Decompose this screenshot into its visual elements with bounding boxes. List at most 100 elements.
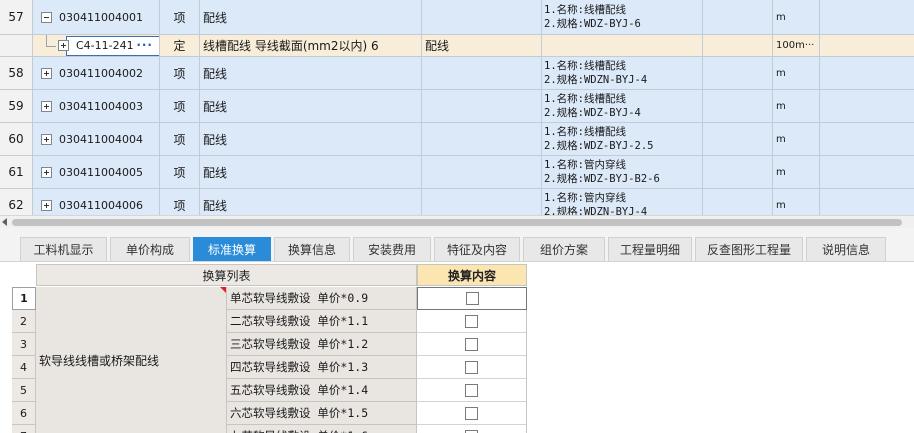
item-description[interactable]: 1.名称:线槽配线 2.规格:WDZ-BYJ-6: [542, 0, 703, 34]
bill-item-row[interactable]: 58 030411004002 项配线 1.名称:线槽配线 2.规格:WDZN-BYJ-…: [0, 57, 914, 90]
checkbox[interactable]: [465, 314, 478, 328]
item-unit[interactable]: m: [773, 123, 820, 155]
conversion-item-label: 七芯软导线敷设 单价*1.6: [227, 425, 417, 433]
item-code-cell[interactable]: 030411004005: [33, 156, 160, 188]
item-name[interactable]: 配线: [200, 0, 422, 34]
empty-cell[interactable]: [820, 123, 914, 155]
conversion-checkbox-cell[interactable]: [417, 425, 527, 433]
checkbox[interactable]: [465, 406, 478, 420]
header-conversion-list: 换算列表: [36, 264, 417, 286]
tab-7[interactable]: 工程量明细: [608, 237, 692, 261]
bill-item-row[interactable]: 60 030411004004 项配线 1.名称:线槽配线 2.规格:WDZ-BYJ-2…: [0, 123, 914, 156]
expand-icon[interactable]: [41, 133, 52, 145]
scroll-left-icon[interactable]: [2, 218, 7, 226]
expand-icon[interactable]: [58, 40, 69, 51]
expand-icon[interactable]: [41, 67, 52, 79]
tab-6[interactable]: 组价方案: [523, 237, 605, 261]
empty-cell[interactable]: [703, 35, 773, 56]
expand-icon[interactable]: [41, 166, 52, 178]
quota-grid: 57 030411004001 项配线 1.名称:线槽配线 2.规格:WDZ-BYJ-6…: [0, 0, 914, 215]
tab-1[interactable]: 单价构成: [110, 237, 190, 261]
item-feature[interactable]: [422, 123, 542, 155]
more-options-button[interactable]: ···: [136, 38, 153, 52]
item-unit[interactable]: m: [773, 189, 820, 215]
item-description[interactable]: 1.名称:管内穿线 2.规格:WDZ-BYJ-B2-6: [542, 156, 703, 188]
item-feature[interactable]: 配线: [422, 35, 542, 56]
row-number: 60: [0, 123, 33, 155]
tab-3[interactable]: 换算信息: [274, 237, 350, 261]
quota-sub-row[interactable]: C4-11-241 ··· 定线槽配线 导线截面(mm2以内) 6 配线 100m···: [0, 35, 914, 57]
item-feature[interactable]: [422, 156, 542, 188]
item-description[interactable]: 1.名称:线槽配线 2.规格:WDZ-BYJ-4: [542, 90, 703, 122]
item-code-cell[interactable]: C4-11-241 ···: [33, 35, 160, 56]
item-feature[interactable]: [422, 57, 542, 89]
item-unit[interactable]: m: [773, 0, 820, 34]
item-feature[interactable]: [422, 189, 542, 215]
empty-cell[interactable]: [703, 0, 773, 34]
collapse-icon[interactable]: [41, 11, 52, 23]
item-name[interactable]: 线槽配线 导线截面(mm2以内) 6: [200, 35, 422, 56]
item-code-text: 030411004002: [59, 66, 143, 80]
empty-cell[interactable]: [820, 90, 914, 122]
conversion-checkbox-cell[interactable]: [417, 310, 527, 333]
item-unit[interactable]: m: [773, 156, 820, 188]
item-name[interactable]: 配线: [200, 156, 422, 188]
tab-4[interactable]: 安装费用: [353, 237, 431, 261]
empty-cell[interactable]: [703, 156, 773, 188]
item-name[interactable]: 配线: [200, 57, 422, 89]
empty-cell[interactable]: [703, 90, 773, 122]
horizontal-scrollbar[interactable]: [0, 215, 914, 228]
conversion-checkbox-cell[interactable]: [417, 379, 527, 402]
item-feature[interactable]: [422, 90, 542, 122]
item-code-cell[interactable]: 030411004004: [33, 123, 160, 155]
item-code-cell[interactable]: 030411004003: [33, 90, 160, 122]
item-code-cell[interactable]: 030411004001: [33, 0, 160, 34]
item-description[interactable]: 1.名称:线槽配线 2.规格:WDZ-BYJ-2.5: [542, 123, 703, 155]
item-unit[interactable]: m: [773, 90, 820, 122]
empty-cell[interactable]: [703, 123, 773, 155]
scrollbar-thumb[interactable]: [12, 219, 902, 226]
item-code-cell[interactable]: 030411004006: [33, 189, 160, 215]
item-code-text: 030411004003: [59, 99, 143, 113]
item-unit[interactable]: m: [773, 57, 820, 89]
empty-cell[interactable]: [820, 0, 914, 34]
tab-8[interactable]: 反查图形工程量: [695, 237, 803, 261]
checkbox[interactable]: [465, 429, 478, 433]
empty-cell[interactable]: [703, 57, 773, 89]
tab-5[interactable]: 特征及内容: [434, 237, 520, 261]
empty-cell[interactable]: [820, 156, 914, 188]
tab-9[interactable]: 说明信息: [806, 237, 886, 261]
item-description[interactable]: [542, 35, 703, 56]
description-line: 1.名称:管内穿线: [544, 192, 626, 204]
empty-cell[interactable]: [703, 189, 773, 215]
conversion-checkbox-cell[interactable]: [417, 287, 527, 310]
bill-item-row[interactable]: 61 030411004005 项配线 1.名称:管内穿线 2.规格:WDZ-BYJ-B…: [0, 156, 914, 189]
item-code: 030411004002: [41, 57, 143, 89]
checkbox[interactable]: [465, 383, 478, 397]
expand-icon[interactable]: [41, 100, 52, 112]
item-name[interactable]: 配线: [200, 90, 422, 122]
bill-item-row[interactable]: 59 030411004003 项配线 1.名称:线槽配线 2.规格:WDZ-BYJ-4…: [0, 90, 914, 123]
item-unit[interactable]: 100m···: [773, 35, 820, 56]
item-description[interactable]: 1.名称:管内穿线 2.规格:WDZN-BYJ-4: [542, 189, 703, 215]
item-name[interactable]: 配线: [200, 123, 422, 155]
empty-cell[interactable]: [820, 35, 914, 56]
item-name[interactable]: 配线: [200, 189, 422, 215]
conversion-checkbox-cell[interactable]: [417, 356, 527, 379]
empty-cell[interactable]: [820, 57, 914, 89]
bill-item-row[interactable]: 62 030411004006 项配线 1.名称:管内穿线 2.规格:WDZN-BYJ-…: [0, 189, 914, 215]
checkbox[interactable]: [465, 292, 479, 305]
conversion-item-label: 三芯软导线敷设 单价*1.2: [227, 333, 417, 356]
empty-cell[interactable]: [820, 189, 914, 215]
tab-2[interactable]: 标准换算: [193, 237, 271, 261]
checkbox[interactable]: [465, 337, 478, 351]
expand-icon[interactable]: [41, 199, 52, 211]
item-code-cell[interactable]: 030411004002: [33, 57, 160, 89]
conversion-checkbox-cell[interactable]: [417, 402, 527, 425]
tab-0[interactable]: 工料机显示: [20, 237, 107, 261]
item-description[interactable]: 1.名称:线槽配线 2.规格:WDZN-BYJ-4: [542, 57, 703, 89]
checkbox[interactable]: [465, 360, 478, 374]
bill-item-row[interactable]: 57 030411004001 项配线 1.名称:线槽配线 2.规格:WDZ-BYJ-6…: [0, 0, 914, 35]
conversion-checkbox-cell[interactable]: [417, 333, 527, 356]
item-feature[interactable]: [422, 0, 542, 34]
